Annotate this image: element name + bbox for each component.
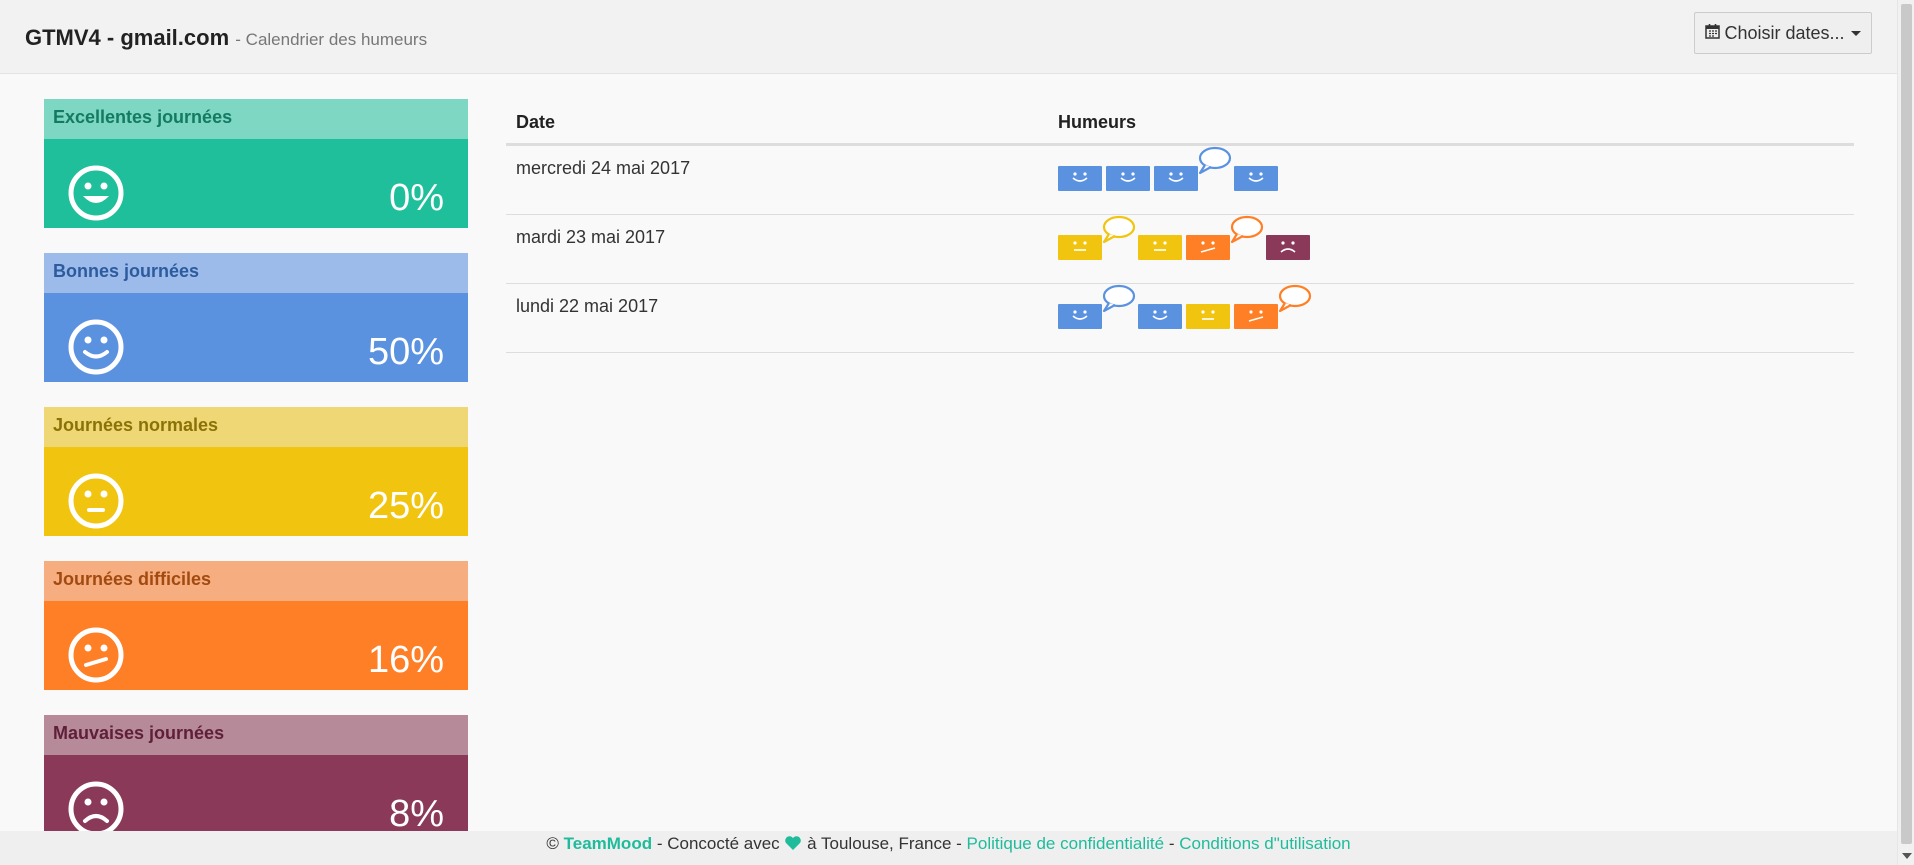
card-label: Mauvaises journées bbox=[44, 715, 468, 755]
scroll-down-arrow-icon[interactable] bbox=[1902, 853, 1912, 859]
table-row: lundi 22 mai 2017 bbox=[506, 284, 1854, 353]
card-difficile: Journées difficiles 16% bbox=[44, 561, 468, 690]
footer-location: à Toulouse, France - bbox=[807, 834, 962, 853]
row-moods bbox=[1058, 215, 1854, 283]
card-percent: 8% bbox=[389, 793, 444, 835]
card-normale: Journées normales 25% bbox=[44, 407, 468, 536]
footer-made-with: - Concocté avec bbox=[656, 834, 780, 853]
neutral-mood-icon[interactable] bbox=[1058, 235, 1102, 260]
terms-of-use-link[interactable]: Conditions d"utilisation bbox=[1179, 834, 1350, 853]
smile-mood-icon[interactable] bbox=[1138, 304, 1182, 329]
neutral-face-icon bbox=[68, 473, 124, 534]
page-title: GTMV4 - gmail.com - Calendrier des humeu… bbox=[25, 25, 427, 51]
row-moods bbox=[1058, 146, 1854, 214]
smile-mood-icon[interactable] bbox=[1154, 166, 1198, 191]
neutral-mood-icon[interactable] bbox=[1138, 235, 1182, 260]
card-percent: 50% bbox=[367, 331, 444, 373]
comment-bubble-icon[interactable] bbox=[1228, 215, 1264, 250]
smile-mood-icon[interactable] bbox=[1058, 166, 1102, 191]
table-body: mercredi 24 mai 2017 mardi 23 mai 2017 l… bbox=[506, 146, 1854, 353]
card-label: Journées difficiles bbox=[44, 561, 468, 601]
comment-bubble-icon[interactable] bbox=[1196, 146, 1232, 181]
table-header: Date Humeurs bbox=[506, 108, 1854, 146]
card-label: Journées normales bbox=[44, 407, 468, 447]
row-date: mardi 23 mai 2017 bbox=[516, 227, 666, 247]
smile-mood-icon[interactable] bbox=[1058, 304, 1102, 329]
privacy-policy-link[interactable]: Politique de confidentialité bbox=[967, 834, 1165, 853]
calendar-icon bbox=[1705, 23, 1721, 44]
team-title: GTMV4 - gmail.com bbox=[25, 25, 230, 50]
row-date: mercredi 24 mai 2017 bbox=[516, 158, 691, 178]
scrollbar-thumb[interactable] bbox=[1901, 4, 1912, 844]
skeptical-mood-icon[interactable] bbox=[1186, 235, 1230, 260]
card-bonne: Bonnes journées 50% bbox=[44, 253, 468, 382]
mood-table: Date Humeurs mercredi 24 mai 2017 mardi … bbox=[506, 108, 1854, 353]
comment-bubble-icon[interactable] bbox=[1100, 215, 1136, 250]
row-moods bbox=[1058, 284, 1854, 352]
heart-icon bbox=[784, 835, 802, 856]
vertical-scrollbar[interactable] bbox=[1897, 0, 1914, 865]
copyright-symbol: © bbox=[546, 834, 559, 853]
teammood-link[interactable]: TeamMood bbox=[564, 834, 652, 853]
skeptical-face-icon bbox=[68, 627, 124, 688]
row-date: lundi 22 mai 2017 bbox=[516, 296, 659, 316]
skeptical-mood-icon[interactable] bbox=[1234, 304, 1278, 329]
smile-icon bbox=[68, 319, 124, 380]
card-excellent: Excellentes journées 0% bbox=[44, 99, 468, 228]
card-mauvaise: Mauvaises journées 8% bbox=[44, 715, 468, 844]
table-row: mardi 23 mai 2017 bbox=[506, 215, 1854, 284]
card-label: Bonnes journées bbox=[44, 253, 468, 293]
footer: © TeamMood - Concocté avec à Toulouse, F… bbox=[0, 831, 1897, 865]
page-subtitle: - Calendrier des humeurs bbox=[235, 30, 428, 49]
smile-mood-icon[interactable] bbox=[1106, 166, 1150, 191]
table-row: mercredi 24 mai 2017 bbox=[506, 146, 1854, 215]
choose-dates-button[interactable]: Choisir dates... bbox=[1694, 12, 1872, 54]
comment-bubble-icon[interactable] bbox=[1100, 284, 1136, 319]
footer-separator: - bbox=[1168, 834, 1175, 853]
card-percent: 25% bbox=[367, 485, 444, 527]
smile-mood-icon[interactable] bbox=[1234, 166, 1278, 191]
big-smile-icon bbox=[68, 165, 124, 226]
column-header-moods: Humeurs bbox=[1058, 112, 1137, 132]
card-percent: 0% bbox=[389, 177, 444, 219]
comment-bubble-icon[interactable] bbox=[1276, 284, 1312, 319]
sad-mood-icon[interactable] bbox=[1266, 235, 1310, 260]
mood-summary-cards: Excellentes journées 0% Bonnes journées … bbox=[44, 99, 468, 865]
card-percent: 16% bbox=[367, 639, 444, 681]
caret-down-icon bbox=[1850, 30, 1861, 36]
card-label: Excellentes journées bbox=[44, 99, 468, 139]
top-bar: GTMV4 - gmail.com - Calendrier des humeu… bbox=[0, 0, 1897, 74]
choose-dates-label: Choisir dates... bbox=[1724, 22, 1845, 43]
column-header-date: Date bbox=[516, 112, 556, 132]
neutral-mood-icon[interactable] bbox=[1186, 304, 1230, 329]
